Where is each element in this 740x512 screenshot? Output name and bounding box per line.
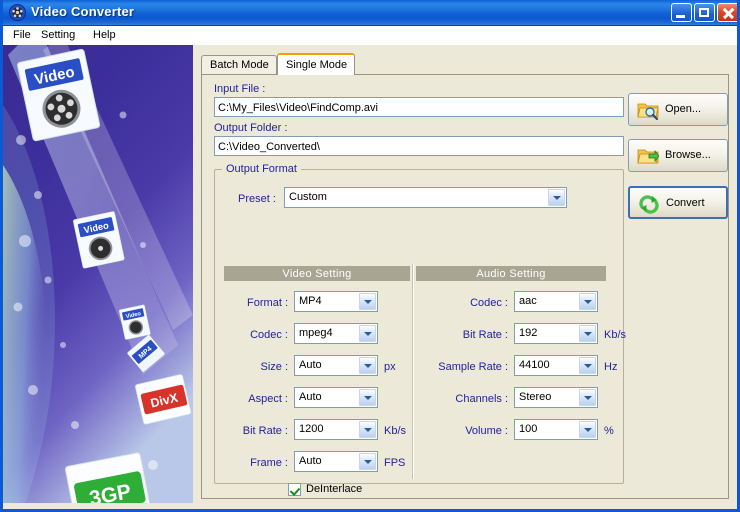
video-size-unit: px [384, 361, 396, 373]
audio-bitrate-value: 192 [519, 327, 538, 339]
video-bitrate-value: 1200 [299, 423, 324, 435]
video-codec-select[interactable]: mpeg4 [294, 323, 378, 344]
tab-batch-mode[interactable]: Batch Mode [201, 55, 277, 74]
video-bitrate-select[interactable]: 1200 [294, 419, 378, 440]
video-frame-select[interactable]: Auto [294, 451, 378, 472]
browse-button[interactable]: Browse... [628, 139, 728, 172]
sidebar-artwork: Video Video Video MP4 DivX 3GP [3, 45, 193, 509]
audio-volume-label: Volume : [465, 425, 508, 437]
chevron-down-icon[interactable] [579, 325, 596, 342]
audio-bitrate-label: Bit Rate : [462, 329, 508, 341]
output-folder-label: Output Folder : [214, 122, 288, 134]
chevron-down-icon[interactable] [359, 293, 376, 310]
video-size-value: Auto [299, 359, 322, 371]
convert-button-label: Convert [666, 197, 705, 209]
audio-codec-select[interactable]: aac [514, 291, 598, 312]
convert-arrows-icon [639, 195, 659, 214]
minimize-button[interactable] [671, 3, 692, 22]
video-size-label: Size : [260, 361, 288, 373]
video-bitrate-unit: Kb/s [384, 425, 407, 437]
column-divider [412, 264, 414, 479]
chevron-down-icon[interactable] [579, 421, 596, 438]
open-button-label: Open... [665, 103, 702, 115]
deinterlace-label: DeInterlace [306, 483, 363, 495]
video-frame-unit: FPS [384, 457, 406, 469]
audio-channels-label: Channels : [455, 393, 508, 405]
chevron-down-icon[interactable] [359, 325, 376, 342]
browse-button-label: Browse... [665, 149, 711, 161]
input-file-label: Input File : [214, 83, 266, 95]
deinterlace-checkbox[interactable] [288, 483, 301, 496]
preset-label: Preset : [238, 193, 276, 205]
video-aspect-select[interactable]: Auto [294, 387, 378, 408]
preset-value: Custom [289, 191, 327, 203]
video-aspect-label: Aspect : [248, 393, 288, 405]
status-strip [3, 503, 737, 509]
video-frame-value: Auto [299, 455, 322, 467]
title-bar: Video Converter [3, 0, 737, 26]
audio-bitrate-select[interactable]: 192 [514, 323, 598, 344]
menu-bar: File Setting Help [3, 26, 737, 46]
video-format-label: Format : [247, 297, 288, 309]
film-reel-icon [9, 4, 26, 21]
video-size-select[interactable]: Auto [294, 355, 378, 376]
chevron-down-icon[interactable] [359, 453, 376, 470]
menu-item-file[interactable]: File [7, 28, 37, 44]
decorative-sidebar-image: Video Video Video MP4 DivX 3GP [3, 45, 193, 509]
video-format-value: MP4 [299, 295, 322, 307]
open-button[interactable]: Open... [628, 93, 728, 126]
folder-search-icon [637, 103, 659, 120]
close-icon [718, 4, 737, 21]
video-codec-value: mpeg4 [299, 327, 333, 339]
chevron-down-icon[interactable] [359, 421, 376, 438]
maximize-button[interactable] [694, 3, 715, 22]
menu-item-setting[interactable]: Setting [35, 28, 81, 44]
preset-select[interactable]: Custom [284, 187, 567, 208]
chevron-down-icon[interactable] [359, 389, 376, 406]
audio-volume-value: 100 [519, 423, 538, 435]
convert-button[interactable]: Convert [628, 186, 728, 219]
chevron-down-icon[interactable] [579, 357, 596, 374]
audio-channels-value: Stereo [519, 391, 552, 403]
audio-volume-select[interactable]: 100 [514, 419, 598, 440]
audio-samplerate-select[interactable]: 44100 [514, 355, 598, 376]
app-window: Video Converter File Setting Help Video … [0, 0, 740, 512]
audio-samplerate-value: 44100 [519, 359, 550, 371]
window-title: Video Converter [31, 4, 135, 19]
input-file-field[interactable] [214, 97, 624, 117]
minimize-icon [672, 4, 691, 21]
video-codec-label: Codec : [250, 329, 288, 341]
audio-samplerate-unit: Hz [604, 361, 618, 373]
video-format-select[interactable]: MP4 [294, 291, 378, 312]
audio-volume-unit: % [604, 425, 614, 437]
main-content-panel: Batch Mode Single Mode Input File : Outp… [193, 45, 737, 509]
audio-channels-select[interactable]: Stereo [514, 387, 598, 408]
maximize-icon [695, 4, 714, 21]
menu-item-help[interactable]: Help [87, 28, 122, 44]
video-frame-label: Frame : [250, 457, 288, 469]
folder-open-icon [637, 149, 659, 164]
output-folder-field[interactable] [214, 136, 624, 156]
video-aspect-value: Auto [299, 391, 322, 403]
audio-bitrate-unit: Kb/s [604, 329, 627, 341]
video-bitrate-label: Bit Rate : [242, 425, 288, 437]
chevron-down-icon[interactable] [579, 389, 596, 406]
chevron-down-icon[interactable] [548, 189, 565, 206]
chevron-down-icon[interactable] [359, 357, 376, 374]
audio-codec-label: Codec : [470, 297, 508, 309]
chevron-down-icon[interactable] [579, 293, 596, 310]
audio-samplerate-label: Sample Rate : [438, 361, 508, 373]
audio-setting-header: Audio Setting [416, 266, 606, 281]
output-format-group-title: Output Format [222, 163, 301, 175]
close-button[interactable] [717, 3, 737, 22]
tab-panel-single-mode: Input File : Output Folder : Output Form… [201, 74, 729, 499]
tab-single-mode[interactable]: Single Mode [277, 53, 355, 75]
video-setting-header: Video Setting [224, 266, 410, 281]
audio-codec-value: aac [519, 295, 537, 307]
